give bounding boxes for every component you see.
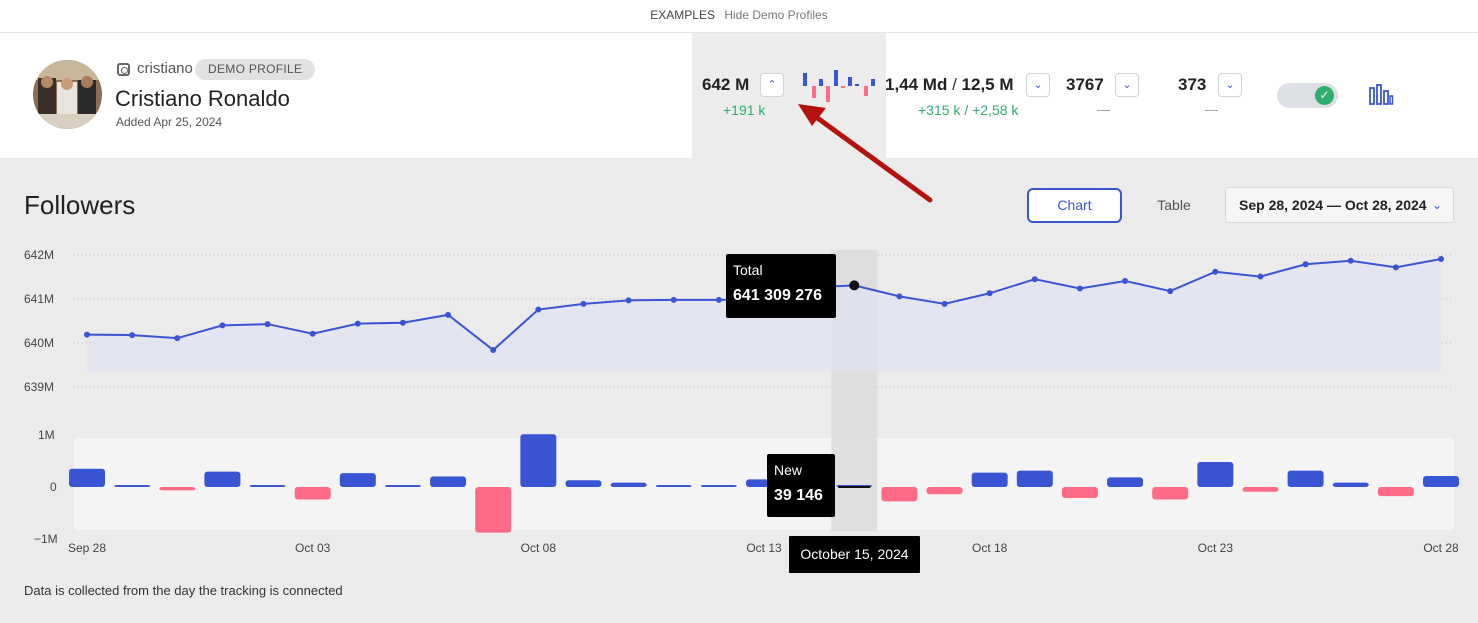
bar-y-tick-label: 0 bbox=[50, 480, 57, 494]
line-point bbox=[896, 293, 903, 300]
line-point bbox=[1212, 268, 1219, 275]
line-point bbox=[580, 300, 587, 307]
line-point bbox=[1302, 261, 1309, 268]
followers-chart[interactable]: 642M 641M 640M 639M 1M 0 −1M Sep 28 Oct 03 Oct 08… bbox=[0, 0, 1478, 623]
line-point bbox=[219, 322, 226, 329]
delta-bar bbox=[1107, 477, 1144, 487]
line-point bbox=[490, 347, 497, 354]
line-point bbox=[1122, 277, 1129, 284]
line-point bbox=[1438, 255, 1444, 262]
line-point bbox=[129, 332, 136, 339]
delta-bar bbox=[475, 487, 512, 533]
line-point bbox=[445, 311, 452, 318]
new-tooltip-value: 39 146 bbox=[774, 487, 823, 504]
line-point bbox=[1167, 288, 1174, 295]
x-tick-label: Oct 23 bbox=[1198, 541, 1234, 555]
delta-bar bbox=[1332, 482, 1369, 487]
line-point bbox=[1347, 257, 1354, 264]
total-tooltip-label: Total bbox=[733, 262, 763, 278]
line-point bbox=[174, 335, 181, 342]
delta-bar bbox=[384, 485, 421, 487]
delta-bar bbox=[1152, 487, 1189, 500]
delta-bar bbox=[159, 487, 196, 491]
delta-bar bbox=[294, 487, 331, 500]
delta-bar bbox=[881, 487, 918, 502]
delta-bar bbox=[610, 482, 647, 487]
line-point bbox=[399, 319, 406, 326]
delta-bar bbox=[520, 434, 557, 487]
delta-bar bbox=[1423, 475, 1459, 487]
delta-bar bbox=[1242, 487, 1279, 492]
delta-bar bbox=[1197, 462, 1234, 487]
line-point bbox=[1031, 276, 1038, 283]
bar-y-tick-label: −1M bbox=[34, 532, 58, 546]
delta-bar bbox=[339, 473, 376, 487]
x-tick-label: Oct 28 bbox=[1423, 541, 1459, 555]
bar-y-tick-label: 1M bbox=[38, 428, 55, 442]
line-point bbox=[625, 297, 632, 304]
total-tooltip-value: 641 309 276 bbox=[733, 287, 822, 304]
delta-bar bbox=[204, 471, 241, 487]
delta-bar bbox=[430, 476, 467, 487]
delta-bar bbox=[926, 487, 963, 495]
y-tick-label: 641M bbox=[24, 292, 54, 306]
delta-bar bbox=[1016, 470, 1053, 487]
date-tooltip-label: October 15, 2024 bbox=[800, 546, 908, 562]
line-point bbox=[264, 321, 271, 328]
annotation-arrow bbox=[809, 111, 933, 203]
line-point bbox=[670, 296, 677, 303]
new-tooltip-label: New bbox=[774, 462, 803, 478]
line-point bbox=[715, 296, 722, 303]
line-point bbox=[941, 300, 948, 307]
delta-bar bbox=[1061, 487, 1098, 499]
delta-bar bbox=[655, 485, 692, 487]
line-point bbox=[986, 290, 993, 297]
delta-bar bbox=[700, 485, 737, 487]
line-point bbox=[354, 320, 361, 327]
hovered-point bbox=[849, 280, 860, 291]
tracking-footnote: Data is collected from the day the track… bbox=[24, 583, 343, 598]
delta-bar bbox=[249, 485, 286, 487]
x-tick-label: Sep 28 bbox=[68, 541, 106, 555]
delta-bar bbox=[114, 485, 151, 487]
line-point bbox=[1392, 264, 1399, 271]
delta-bar bbox=[69, 468, 105, 487]
x-tick-label: Oct 18 bbox=[972, 541, 1008, 555]
y-tick-label: 639M bbox=[24, 380, 54, 394]
line-point bbox=[1076, 285, 1083, 292]
delta-bar bbox=[1377, 487, 1414, 497]
x-tick-label: Oct 08 bbox=[521, 541, 557, 555]
line-point bbox=[309, 330, 316, 337]
delta-bar bbox=[565, 480, 602, 487]
delta-bar bbox=[1287, 470, 1324, 487]
x-tick-label: Oct 13 bbox=[746, 541, 782, 555]
line-point bbox=[84, 331, 90, 338]
y-tick-label: 640M bbox=[24, 336, 54, 350]
line-point bbox=[1257, 273, 1264, 280]
line-point bbox=[535, 306, 542, 313]
y-tick-label: 642M bbox=[24, 248, 54, 262]
x-tick-label: Oct 03 bbox=[295, 541, 331, 555]
delta-bar bbox=[971, 472, 1008, 487]
